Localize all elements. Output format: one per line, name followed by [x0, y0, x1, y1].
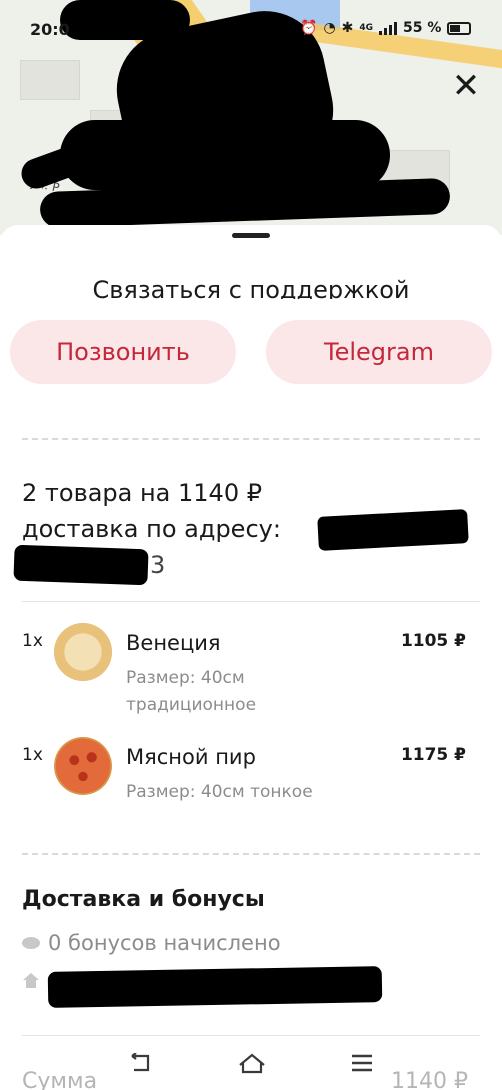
item-description: Размер: 40см тонкое [126, 782, 313, 802]
status-time: 20:0 [30, 20, 70, 39]
bonus-info: 0 бонусов начислено [22, 931, 281, 955]
call-button[interactable]: Позвонить [10, 320, 236, 384]
support-title: Связаться с поддержкой [92, 276, 410, 299]
item-quantity: 1x [22, 745, 43, 765]
close-icon[interactable]: ✕ [448, 66, 484, 106]
delivery-section-title: Доставка и бонусы [22, 887, 265, 912]
list-item[interactable]: 1x Венеция Размер: 40см традиционное 110… [22, 623, 482, 731]
item-description: Размер: 40см традиционное [126, 668, 257, 715]
divider [22, 853, 480, 855]
pizza-image [54, 737, 112, 795]
bonus-text: 0 бонусов начислено [48, 931, 281, 955]
menu-icon[interactable] [340, 1046, 384, 1080]
order-count-total: 2 товара на 1140 ₽ [22, 479, 262, 507]
pizza-image [54, 623, 112, 681]
redaction [60, 120, 390, 190]
map-building [20, 60, 80, 100]
network-type: 4G [359, 23, 374, 33]
divider [22, 601, 480, 602]
coins-icon [22, 937, 40, 949]
item-quantity: 1x [22, 631, 43, 651]
back-icon[interactable] [118, 1046, 162, 1080]
address-fragment: 3 [150, 551, 166, 579]
battery-icon [447, 21, 472, 35]
divider [22, 438, 480, 440]
delivery-address-label: доставка по адресу: [22, 515, 281, 543]
item-price: 1175 ₽ [400, 745, 466, 765]
signal-icon [379, 21, 398, 35]
divider [22, 1035, 480, 1036]
home-nav-icon[interactable] [230, 1046, 274, 1080]
alarm-icon: ⏰ [300, 20, 318, 36]
list-item[interactable]: 1x Мясной пир Размер: 40см тонкое 1175 ₽ [22, 737, 482, 845]
system-navigation-bar [0, 1040, 502, 1090]
status-bar: 20:0 ⏰ ◔ ✱ 4G 55 % [0, 18, 502, 44]
order-sheet: Связаться с поддержкой Позвонить Telegra… [0, 225, 502, 1090]
bluetooth-icon: ✱ [341, 20, 354, 36]
home-icon [23, 973, 39, 991]
status-icons: ⏰ ◔ ✱ 4G 55 % [300, 20, 472, 36]
battery-level: 55 % [403, 20, 442, 36]
sheet-grabber[interactable] [232, 233, 270, 238]
redaction [13, 544, 149, 586]
item-name: Венеция [126, 631, 221, 655]
redaction [47, 966, 383, 1008]
item-name: Мясной пир [126, 745, 256, 769]
telegram-button[interactable]: Telegram [266, 320, 492, 384]
item-price: 1105 ₽ [400, 631, 466, 651]
speed-icon: ◔ [323, 20, 336, 36]
